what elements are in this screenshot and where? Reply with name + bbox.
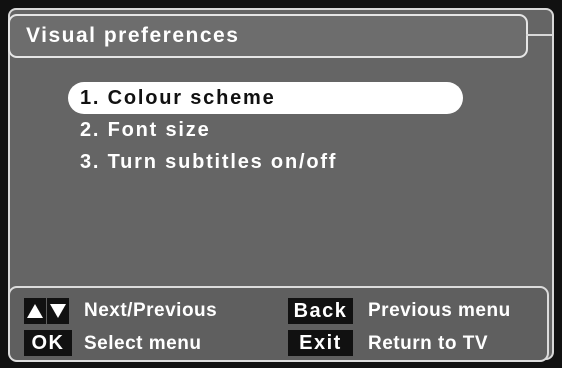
menu-list: 1. Colour scheme 2. Font size 3. Turn su…: [68, 82, 463, 178]
menu-item-font-size[interactable]: 2. Font size: [68, 114, 463, 146]
key-legend: Next/Previous OK Select menu Back Previo…: [8, 286, 549, 362]
page-title: Visual preferences: [26, 24, 240, 47]
menu-item-label: 2. Font size: [80, 118, 211, 141]
exit-key: Exit: [288, 330, 353, 356]
hint-next-previous: Next/Previous: [84, 300, 218, 321]
menu-item-subtitles[interactable]: 3. Turn subtitles on/off: [68, 146, 463, 178]
title-connector-line: [526, 34, 554, 36]
ok-key: OK: [24, 330, 72, 356]
title-bar: Visual preferences: [8, 14, 528, 58]
tv-screen: Visual preferences 1. Colour scheme 2. F…: [0, 0, 562, 368]
hint-previous-menu: Previous menu: [368, 300, 511, 321]
hint-select-menu: Select menu: [84, 333, 202, 354]
menu-item-label: 3. Turn subtitles on/off: [80, 150, 338, 173]
down-arrow-icon: [47, 298, 69, 324]
up-arrow-icon: [24, 298, 46, 324]
hint-return-to-tv: Return to TV: [368, 333, 488, 354]
menu-item-label: 1. Colour scheme: [80, 86, 276, 109]
back-key: Back: [288, 298, 353, 324]
menu-item-colour-scheme[interactable]: 1. Colour scheme: [68, 82, 463, 114]
